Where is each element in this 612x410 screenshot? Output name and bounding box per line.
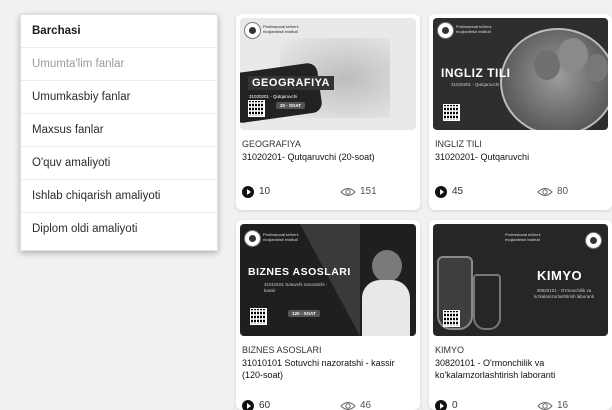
- qr-code-icon: [248, 100, 265, 117]
- qr-code-icon: [443, 310, 460, 327]
- category-item-maxsus-fanlar[interactable]: Maxsus fanlar: [21, 114, 217, 147]
- qr-code-icon: [443, 104, 460, 121]
- category-sidebar: Barchasi Umumta'lim fanlar Umumkasbiy fa…: [20, 14, 218, 251]
- course-card-kimyo[interactable]: Professional ta'limni rivojlantirish ins…: [429, 220, 612, 410]
- lesson-count: 60: [259, 400, 271, 410]
- course-category: BIZNES ASOSLARI: [242, 345, 322, 355]
- thumb-hours: 20 - SOAT: [276, 102, 306, 109]
- course-thumbnail[interactable]: Professional ta'limni rivojlantirish ins…: [433, 224, 608, 336]
- thumb-title: INGLIZ TILI: [441, 66, 511, 80]
- course-category: GEOGRAFIYA: [242, 139, 301, 149]
- category-item-barchasi[interactable]: Barchasi: [21, 15, 217, 48]
- play-icon: [435, 400, 447, 410]
- course-card-biznes-asoslari[interactable]: Professional ta'limni rivojlantirish ins…: [236, 220, 420, 410]
- thumb-institute: Professional ta'limni rivojlantirish ins…: [505, 232, 541, 242]
- institute-logo-icon: [244, 22, 261, 39]
- course-title[interactable]: 30820101 - O'rmonchilik va ko'kalamzorla…: [435, 357, 606, 383]
- thumb-title: BIZNES ASOSLARI: [248, 266, 351, 278]
- thumb-institute: Professional ta'limni rivojlantirish ins…: [263, 232, 299, 242]
- course-title[interactable]: 31010101 Sotuvchi nazoratshi - kassir (1…: [242, 357, 414, 383]
- thumb-subtitle: 30820101 - O'rmonchilik va ko'kalamzorla…: [533, 288, 595, 299]
- lesson-count: 10: [259, 186, 271, 197]
- view-count: 151: [360, 186, 377, 197]
- play-icon: [435, 186, 447, 198]
- play-icon: [242, 400, 254, 410]
- thumb-hours: 120 - SOAT: [288, 310, 320, 317]
- category-item-umumtalim-fanlar[interactable]: Umumta'lim fanlar: [21, 48, 217, 81]
- course-card-geografiya[interactable]: Professional ta'limni rivojlantirish ins…: [236, 14, 420, 210]
- eye-icon: [340, 402, 356, 410]
- course-category: KIMYO: [435, 345, 465, 355]
- thumb-title: KIMYO: [537, 268, 583, 283]
- course-category: INGLIZ TILI: [435, 139, 482, 149]
- category-item-oquv-amaliyoti[interactable]: O'quv amaliyoti: [21, 147, 217, 180]
- course-card-ingliz-tili[interactable]: Professional ta'limni rivojlantirish ins…: [429, 14, 612, 210]
- view-count: 16: [557, 400, 569, 410]
- course-stats: 60 46: [242, 400, 414, 410]
- thumb-institute: Professional ta'limni rivojlantirish ins…: [263, 24, 299, 34]
- institute-logo-icon: [585, 232, 602, 249]
- eye-icon: [340, 188, 356, 196]
- course-stats: 0 16: [435, 400, 606, 410]
- course-thumbnail[interactable]: Professional ta'limni rivojlantirish ins…: [240, 224, 416, 336]
- thumb-title: GEOGRAFIYA: [248, 76, 334, 90]
- course-thumbnail[interactable]: Professional ta'limni rivojlantirish ins…: [240, 18, 416, 130]
- view-count: 46: [360, 400, 372, 410]
- thumb-institute: Professional ta'limni rivojlantirish ins…: [456, 24, 492, 34]
- lesson-count: 0: [452, 400, 458, 410]
- play-icon: [242, 186, 254, 198]
- course-title[interactable]: 31020201- Qutqaruvchi (20-soat): [242, 151, 414, 177]
- course-thumbnail[interactable]: Professional ta'limni rivojlantirish ins…: [433, 18, 608, 130]
- view-count: 80: [557, 186, 569, 197]
- category-item-diplom-oldi-amaliyoti[interactable]: Diplom oldi amaliyoti: [21, 213, 217, 246]
- eye-icon: [537, 188, 553, 196]
- lesson-count: 45: [452, 186, 464, 197]
- eye-icon: [537, 402, 553, 410]
- course-title[interactable]: 31020201- Qutqaruvchi: [435, 151, 606, 177]
- course-stats: 10 151: [242, 186, 414, 200]
- category-item-ishlab-chiqarish-amaliyoti[interactable]: Ishlab chiqarish amaliyoti: [21, 180, 217, 213]
- thumb-subtitle: 31020201 - Qutqaruvchi: [451, 82, 500, 87]
- qr-code-icon: [250, 308, 267, 325]
- institute-logo-icon: [244, 230, 261, 247]
- category-item-umumkasbiy-fanlar[interactable]: Umumkasbiy fanlar: [21, 81, 217, 114]
- thumb-subtitle: 31010101 Sotuvchi nazoratchi - kassir: [264, 282, 328, 293]
- institute-logo-icon: [437, 22, 454, 39]
- course-stats: 45 80: [435, 186, 606, 200]
